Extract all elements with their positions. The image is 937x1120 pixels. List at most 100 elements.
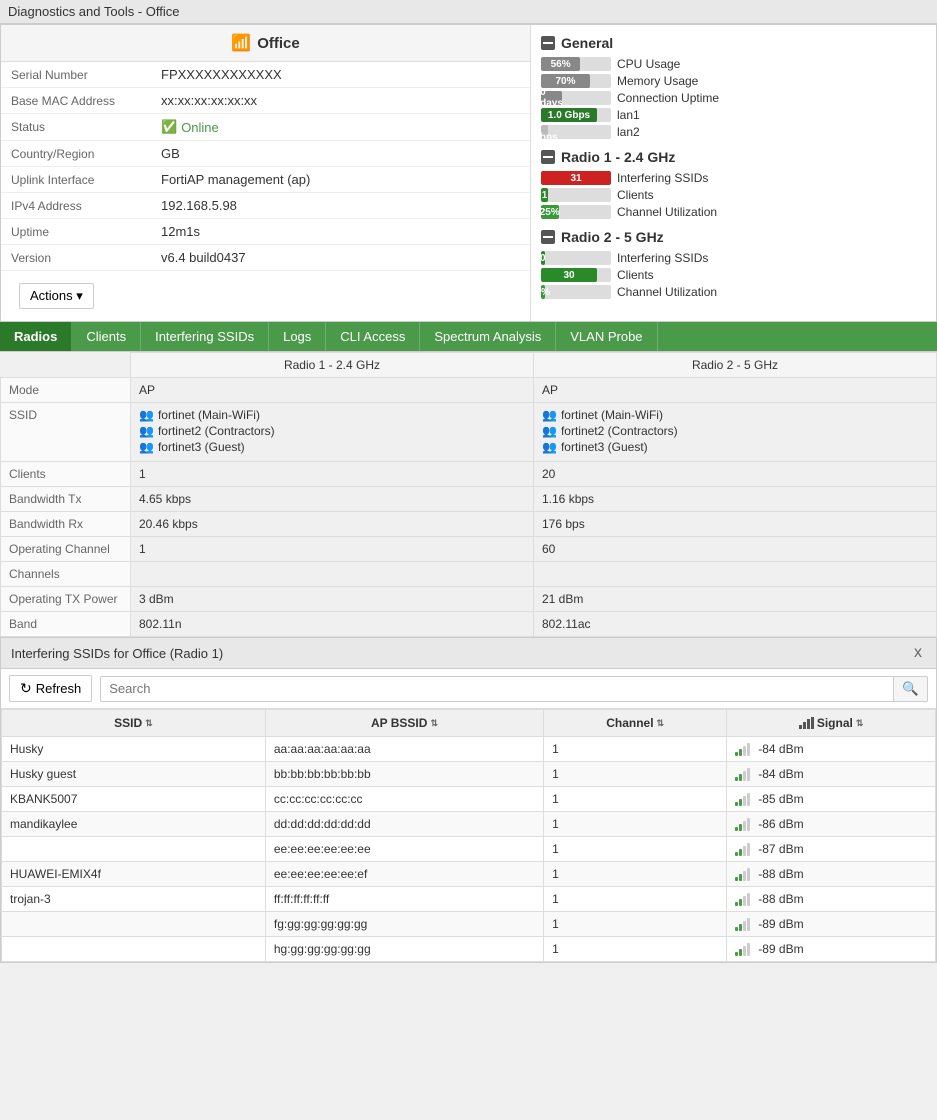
stat-bar: 0: [541, 251, 545, 265]
channel-cell: 1: [544, 912, 727, 937]
bssid-sort-icon[interactable]: ⇅: [430, 718, 438, 729]
stat-row: 70% Memory Usage: [541, 74, 926, 88]
bar4: [747, 918, 750, 931]
signal-cell: -86 dBm: [727, 812, 936, 837]
serial-value: FPXXXXXXXXXXXX: [151, 62, 530, 88]
ipv4-row: IPv4 Address 192.168.5.98: [1, 193, 530, 219]
row-val-2: [534, 562, 937, 587]
bar3: [743, 771, 746, 781]
stat-row: 5% Channel Utilization: [541, 285, 926, 299]
channel-cell: 1: [544, 762, 727, 787]
uptime-label: Uptime: [1, 219, 151, 245]
row-label: SSID: [1, 403, 131, 462]
tab-cli[interactable]: CLI Access: [326, 322, 420, 351]
list-item: ee:ee:ee:ee:ee:ee1 -87 dBm: [2, 837, 936, 862]
ssid-icon: 👥: [542, 424, 557, 438]
actions-button[interactable]: Actions ▾: [19, 283, 94, 309]
serial-row: Serial Number FPXXXXXXXXXXXX: [1, 62, 530, 88]
ssid-sort-icon[interactable]: ⇅: [145, 718, 153, 729]
radio1-section-title: Radio 1 - 2.4 GHz: [541, 149, 926, 165]
search-button[interactable]: 🔍: [893, 677, 927, 701]
list-item: KBANK5007cc:cc:cc:cc:cc:cc1 -85 dBm: [2, 787, 936, 812]
tab-clients[interactable]: Clients: [72, 322, 141, 351]
radio-table-container: Radio 1 - 2.4 GHz Radio 2 - 5 GHz ModeAP…: [0, 352, 937, 637]
signal-sort-icon[interactable]: ⇅: [856, 718, 864, 729]
tab-logs[interactable]: Logs: [269, 322, 326, 351]
stat-bar: 1.0 Gbps: [541, 108, 597, 122]
row-label: Bandwidth Rx: [1, 512, 131, 537]
row-label: Channels: [1, 562, 131, 587]
collapse-radio1-icon[interactable]: [541, 150, 555, 164]
device-info-table: Serial Number FPXXXXXXXXXXXX Base MAC Ad…: [1, 62, 530, 271]
country-value: GB: [151, 141, 530, 167]
ssid-item: 👥fortinet (Main-WiFi): [139, 408, 525, 422]
close-button[interactable]: x: [910, 644, 926, 662]
bar4: [747, 743, 750, 756]
tab-spectrum[interactable]: Spectrum Analysis: [420, 322, 556, 351]
signal-cell: -88 dBm: [727, 887, 936, 912]
refresh-icon: ↻: [20, 680, 32, 697]
stat-label: Channel Utilization: [617, 285, 717, 299]
row-val-1: AP: [131, 378, 534, 403]
channel-cell: 1: [544, 862, 727, 887]
row-val-1: 1: [131, 537, 534, 562]
search-input[interactable]: [101, 677, 893, 700]
row-val-2: 21 dBm: [534, 587, 937, 612]
channel-cell: 1: [544, 887, 727, 912]
list-item: fg:gg:gg:gg:gg:gg1 -89 dBm: [2, 912, 936, 937]
ssid-item: 👥fortinet3 (Guest): [139, 440, 525, 454]
tab-interfering[interactable]: Interfering SSIDs: [141, 322, 269, 351]
title-text: Diagnostics and Tools - Office: [8, 4, 180, 19]
row-val-1: 4.65 kbps: [131, 487, 534, 512]
channel-cell: 1: [544, 937, 727, 962]
table-row: Bandwidth Tx4.65 kbps1.16 kbps: [1, 487, 937, 512]
list-item: mandikayleedd:dd:dd:dd:dd:dd1 -86 dBm: [2, 812, 936, 837]
bar2: [739, 874, 742, 881]
row-val-2: AP: [534, 378, 937, 403]
collapse-general-icon[interactable]: [541, 36, 555, 50]
tab-vlan[interactable]: VLAN Probe: [556, 322, 657, 351]
country-label: Country/Region: [1, 141, 151, 167]
stat-bar-container: 5%: [541, 285, 611, 299]
uplink-label: Uplink Interface: [1, 167, 151, 193]
ssid-name: fortinet2 (Contractors): [561, 424, 678, 438]
bar2: [739, 849, 742, 856]
bar1: [735, 927, 738, 931]
stat-label: Channel Utilization: [617, 205, 717, 219]
ssid-item: 👥fortinet3 (Guest): [542, 440, 928, 454]
channel-sort-icon[interactable]: ⇅: [657, 718, 665, 729]
collapse-radio2-icon[interactable]: [541, 230, 555, 244]
signal-bars: [735, 742, 750, 756]
uplink-row: Uplink Interface FortiAP management (ap): [1, 167, 530, 193]
stat-bar-container: 56%: [541, 57, 611, 71]
stat-label: Memory Usage: [617, 74, 698, 88]
bar2: [739, 774, 742, 781]
signal-bars: [735, 942, 750, 956]
table-row: Operating Channel160: [1, 537, 937, 562]
ssid-icon: 👥: [139, 440, 154, 454]
stat-row: 25% Channel Utilization: [541, 205, 926, 219]
table-row: Clients120: [1, 462, 937, 487]
stat-row: 1 Clients: [541, 188, 926, 202]
uplink-value: FortiAP management (ap): [151, 167, 530, 193]
ssid-icon: 👥: [139, 408, 154, 422]
device-name: Office: [257, 35, 300, 52]
stat-bar: 56%: [541, 57, 580, 71]
signal-value: -88 dBm: [758, 892, 803, 906]
stat-row: 56% CPU Usage: [541, 57, 926, 71]
stat-bar-container: 31: [541, 171, 611, 185]
signal-cell: -85 dBm: [727, 787, 936, 812]
stat-row: 30 Clients: [541, 268, 926, 282]
signal-value: -84 dBm: [758, 767, 803, 781]
row-label: Band: [1, 612, 131, 637]
bar1: [735, 777, 738, 781]
bssid-cell: fg:gg:gg:gg:gg:gg: [265, 912, 543, 937]
general-title-text: General: [561, 35, 613, 51]
row-val-2: 60: [534, 537, 937, 562]
radio-table: Radio 1 - 2.4 GHz Radio 2 - 5 GHz ModeAP…: [0, 352, 937, 637]
refresh-button[interactable]: ↻ Refresh: [9, 675, 92, 702]
bar3: [743, 746, 746, 756]
version-label: Version: [1, 245, 151, 271]
tab-radios[interactable]: Radios: [0, 322, 72, 351]
ssid-name: fortinet2 (Contractors): [158, 424, 275, 438]
